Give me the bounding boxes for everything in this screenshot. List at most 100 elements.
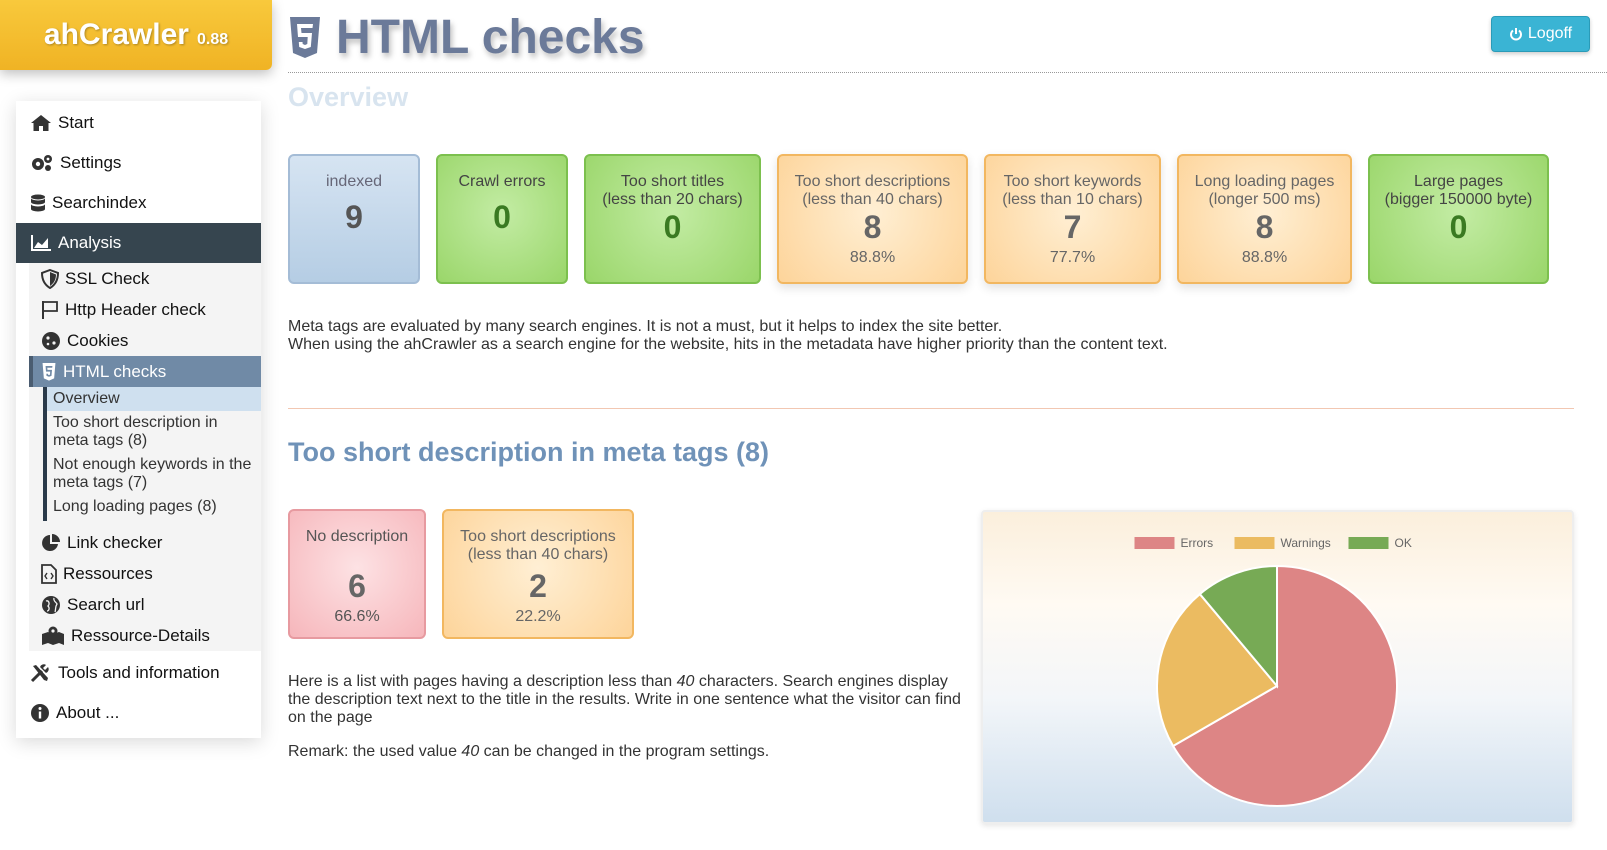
html-checks-submenu: Overview Too short description in meta t… (43, 387, 261, 521)
chart-area-icon (31, 235, 51, 251)
analysis-submenu: SSL Check Http Header check Cookies HTML… (29, 263, 261, 651)
nav-search-url[interactable]: Search url (29, 589, 261, 620)
overview-heading: Overview (288, 82, 409, 112)
nav-cookies[interactable]: Cookies (29, 325, 261, 356)
tile-value: 8 (1255, 209, 1274, 245)
nav-cookies-label: Cookies (67, 330, 129, 350)
logoff-button[interactable]: Logoff (1491, 16, 1590, 52)
pie-chart-svg: Errors Warnings OK (1134, 536, 1412, 807)
nav-html-checks-label: HTML checks (63, 361, 167, 381)
tile-crawl-errors[interactable]: Crawl errors 0 (436, 154, 568, 284)
tile-percent: 66.6% (334, 608, 380, 625)
tile-label: Too short titles (less than 20 chars) (602, 173, 743, 208)
nav-search-url-label: Search url (67, 594, 145, 614)
nav-ressources-label: Ressources (63, 563, 153, 583)
short-desc-remark: Remark: the used value 40 can be changed… (288, 743, 968, 761)
nav-tools-label: Tools and information (58, 663, 220, 682)
nav-ssl-check[interactable]: SSL Check (29, 263, 261, 294)
legend-label-warnings: Warnings (1281, 536, 1331, 550)
legend-label-ok: OK (1395, 536, 1412, 550)
tile-label: indexed (325, 173, 383, 190)
logoff-label: Logoff (1527, 25, 1573, 42)
overview-text-2: When using the ahCrawler as a search eng… (288, 336, 1168, 353)
tile-label: Too short descriptions (less than 40 cha… (460, 528, 616, 563)
nav-about[interactable]: About ... (16, 693, 261, 733)
text-number: 40 (461, 743, 480, 760)
section-divider (288, 408, 1574, 409)
page-title: HTML checks (336, 11, 645, 64)
tile-label: Too short descriptions (less than 40 cha… (794, 173, 951, 208)
short-desc-text: Here is a list with pages having a descr… (288, 673, 968, 727)
nav-analysis[interactable]: Analysis (16, 223, 261, 263)
text-part: can be changed in the program settings. (479, 743, 770, 760)
tile-value: 0 (663, 209, 682, 245)
nav-tools[interactable]: Tools and information (16, 653, 261, 693)
legend-swatch-ok[interactable] (1348, 537, 1389, 549)
nav-ressource-details-label: Ressource-Details (71, 625, 210, 645)
html5-icon (290, 16, 320, 58)
overview-text-1: Meta tags are evaluated by many search e… (288, 318, 1003, 335)
text-part: Remark: the used value (288, 743, 462, 760)
flag-icon (42, 300, 58, 319)
pie-chart-icon (42, 533, 60, 551)
nav-ssl-label: SSL Check (65, 268, 150, 288)
legend-swatch-warnings[interactable] (1234, 537, 1275, 549)
tile-indexed[interactable]: indexed 9 (288, 154, 420, 284)
html5-icon (42, 362, 56, 381)
legend-label-errors: Errors (1181, 536, 1214, 550)
nav-html-checks[interactable]: HTML checks (29, 356, 261, 387)
tile-label: Too short keywords (less than 10 chars) (1002, 173, 1143, 208)
tile-label: Large pages (bigger 150000 byte) (1384, 173, 1533, 208)
tile-label: Crawl errors (458, 173, 546, 190)
nav-start[interactable]: Start (16, 103, 261, 143)
tile-short-descriptions[interactable]: Too short descriptions (less than 40 cha… (777, 154, 968, 284)
shield-icon (41, 268, 59, 289)
tile-label: Long loading pages (longer 500 ms) (1194, 173, 1335, 208)
nav-link-checker[interactable]: Link checker (29, 527, 261, 558)
nav-link-checker-label: Link checker (67, 532, 163, 552)
tile-short-keywords[interactable]: Too short keywords (less than 10 chars) … (984, 154, 1161, 284)
tile-short-titles[interactable]: Too short titles (less than 20 chars) 0 (584, 154, 761, 284)
tools-icon (30, 664, 49, 683)
header-divider (288, 72, 1607, 73)
nav-settings[interactable]: Settings (16, 143, 261, 183)
tile-no-description[interactable]: No description 6 66.6% (288, 509, 426, 639)
nav-searchindex[interactable]: Searchindex (16, 183, 261, 223)
tile-value: 0 (493, 199, 511, 235)
tile-percent: 22.2% (515, 608, 561, 625)
overview-description: Meta tags are evaluated by many search e… (288, 318, 1488, 354)
tile-too-short-descriptions[interactable]: Too short descriptions (less than 40 cha… (442, 509, 634, 639)
nav-ressource-details[interactable]: Ressource-Details (29, 620, 261, 651)
tile-value: 2 (529, 568, 547, 604)
tile-long-loading[interactable]: Long loading pages (longer 500 ms) 8 88.… (1177, 154, 1352, 284)
nav-keywords[interactable]: Not enough keywords in the meta tags (7) (47, 453, 261, 495)
legend-swatch-errors[interactable] (1134, 537, 1175, 549)
tile-label: No description (305, 528, 409, 545)
nav-ressources[interactable]: Ressources (29, 558, 261, 589)
pie-chart: Errors Warnings OK (981, 510, 1574, 824)
nav-start-label: Start (58, 113, 94, 132)
page-header: HTML checks (288, 10, 645, 65)
nav-analysis-label: Analysis (58, 233, 122, 252)
text-part: Here is a list with pages having a descr… (288, 673, 677, 690)
short-desc-description: Here is a list with pages having a descr… (288, 673, 968, 777)
nav-overview[interactable]: Overview (47, 387, 261, 411)
app-logo[interactable]: ahCrawler 0.88 (0, 0, 272, 70)
tile-value: 7 (1063, 209, 1082, 245)
nav-short-description[interactable]: Too short description in meta tags (8) (47, 411, 261, 453)
tile-percent: 88.8% (1241, 249, 1288, 266)
home-icon (31, 115, 51, 131)
tile-large-pages[interactable]: Large pages (bigger 150000 byte) 0 (1368, 154, 1549, 284)
nav-long-loading[interactable]: Long loading pages (8) (47, 495, 261, 521)
tile-value: 0 (1449, 209, 1468, 245)
tile-value: 8 (863, 209, 882, 245)
app-version: 0.88 (196, 31, 229, 48)
nav-http-header[interactable]: Http Header check (29, 294, 261, 325)
gears-icon (32, 155, 52, 171)
nav-about-label: About ... (56, 703, 120, 722)
text-number: 40 (676, 673, 695, 690)
database-icon (31, 194, 45, 212)
tile-percent: 77.7% (1049, 249, 1096, 266)
tile-value: 6 (348, 568, 366, 604)
nav-searchindex-label: Searchindex (52, 193, 147, 212)
